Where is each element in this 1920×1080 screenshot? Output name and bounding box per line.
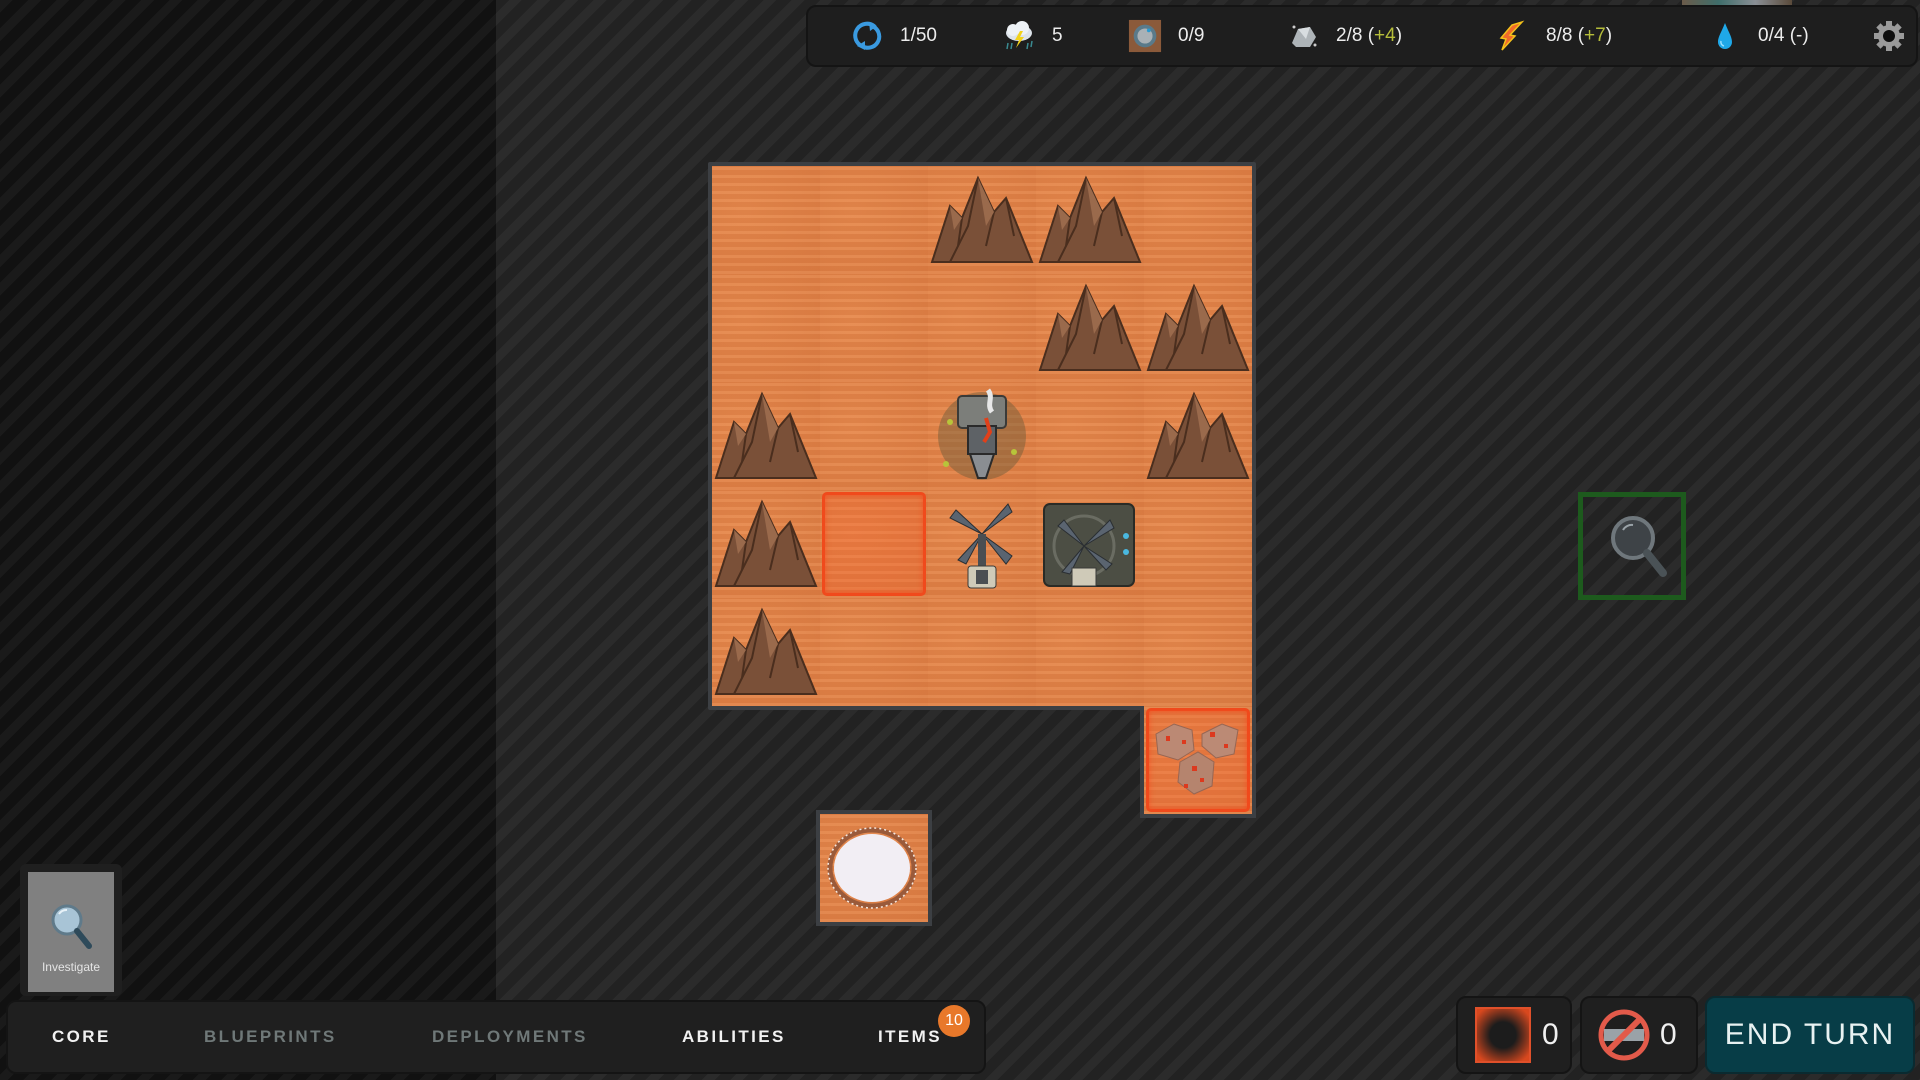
cores-value: 0/9 [1178, 25, 1205, 46]
board-tile-crashed-drill[interactable] [928, 382, 1036, 490]
board-tile-sand[interactable] [1144, 490, 1252, 598]
water-value: 0/4 (-) [1758, 25, 1809, 46]
blocked-counter[interactable]: 0 [1580, 996, 1698, 1074]
investigate-ability-button[interactable]: Investigate [28, 872, 114, 992]
metal-bonus: +4 [1374, 25, 1396, 46]
mountain-icon [714, 607, 818, 695]
investigate-label: Investigate [41, 960, 101, 974]
crystal-rock-tile[interactable] [1144, 706, 1252, 814]
board-tile-sand[interactable] [928, 598, 1036, 706]
energy-bonus: +7 [1584, 25, 1606, 46]
storm-cloud-icon [1002, 19, 1036, 53]
tab-blueprints[interactable]: BLUEPRINTS [204, 1002, 337, 1072]
board-tile-sand[interactable] [1144, 598, 1252, 706]
board-tile-sand[interactable] [928, 274, 1036, 382]
crashed-drill-icon [938, 388, 1026, 480]
gear-icon[interactable] [1872, 19, 1906, 53]
resource-cores: 0/9 [1128, 7, 1204, 65]
board-tile-turbine-building[interactable] [1036, 490, 1144, 598]
tab-abilities[interactable]: ABILITIES [682, 1002, 786, 1072]
resource-weather: 5 [1002, 7, 1063, 65]
salt-crater-tile-frame [816, 810, 932, 926]
prohibited-icon [1598, 1009, 1650, 1061]
turn-value: 1/50 [900, 25, 937, 46]
board-tile-highlight[interactable] [820, 490, 928, 598]
board-tile-sand[interactable] [1036, 382, 1144, 490]
board-tile-mountain[interactable] [712, 490, 820, 598]
resource-metal: 2/8 (+4) [1286, 7, 1402, 65]
tab-items[interactable]: ITEMS [878, 1002, 942, 1072]
resource-bar: 1/50 5 0/9 2/8 (+4) 8/8 (+7) 0/4 (-) [806, 5, 1918, 67]
water-drop-icon [1708, 19, 1742, 53]
ability-card: Investigate [20, 864, 122, 996]
red-square-icon [1475, 1007, 1531, 1063]
board-tile-wind-turbine[interactable] [928, 490, 1036, 598]
core-tile-icon [1128, 19, 1162, 53]
board-tile-sand[interactable] [712, 166, 820, 274]
blocked-counter-value: 0 [1660, 1018, 1677, 1051]
board-tile-mountain[interactable] [1144, 382, 1252, 490]
mountain-icon [930, 175, 1034, 263]
mountain-icon [1038, 283, 1142, 371]
cycle-arrows-icon [850, 19, 884, 53]
turbine-building-icon [1043, 503, 1135, 587]
magnifier-icon [51, 904, 92, 949]
items-count-badge: 10 [938, 1005, 970, 1037]
board-tile-sand[interactable] [820, 598, 928, 706]
tab-core[interactable]: CORE [52, 1002, 111, 1072]
board-tile-mountain[interactable] [712, 598, 820, 706]
resource-energy: 8/8 (+7) [1496, 7, 1612, 65]
weather-value: 5 [1052, 25, 1063, 46]
board-tile-mountain[interactable] [928, 166, 1036, 274]
salt-crater-icon [827, 827, 917, 909]
wind-turbine-icon [949, 503, 1013, 589]
board-tile-sand[interactable] [1144, 166, 1252, 274]
board-tile-sand[interactable] [820, 274, 928, 382]
board-tile-sand[interactable] [1036, 598, 1144, 706]
tile-counter-value: 0 [1542, 1018, 1559, 1051]
investigate-marker-tile[interactable] [1578, 492, 1686, 600]
game-board [708, 162, 1256, 710]
resource-water: 0/4 (-) [1708, 7, 1809, 65]
board-tile-mountain[interactable] [1036, 274, 1144, 382]
board-tile-mountain[interactable] [1036, 166, 1144, 274]
lightning-bolt-icon [1496, 19, 1530, 53]
metal-value: 2/8 (+4) [1336, 25, 1403, 46]
crystal-rocks-icon [1155, 723, 1239, 795]
board-tile-mountain[interactable] [712, 382, 820, 490]
tab-deployments[interactable]: DEPLOYMENTS [432, 1002, 588, 1072]
resource-turn: 1/50 [850, 7, 937, 65]
mountain-icon [714, 499, 818, 587]
mountain-icon [714, 391, 818, 479]
salt-crater-tile[interactable] [820, 814, 928, 922]
bottom-navigation: CORE BLUEPRINTS DEPLOYMENTS ABILITIES IT… [6, 1000, 986, 1074]
mountain-icon [1146, 283, 1250, 371]
crystal-rock-tile-frame [1140, 706, 1256, 818]
board-tile-sand[interactable] [820, 382, 928, 490]
board-tile-sand[interactable] [820, 166, 928, 274]
board-tile-mountain[interactable] [1144, 274, 1252, 382]
ore-rock-icon [1286, 19, 1320, 53]
mountain-icon [1146, 391, 1250, 479]
mountain-icon [1038, 175, 1142, 263]
magnifier-icon [1611, 516, 1667, 577]
board-tile-sand[interactable] [712, 274, 820, 382]
tile-counter[interactable]: 0 [1456, 996, 1572, 1074]
end-turn-button[interactable]: END TURN [1705, 996, 1915, 1074]
energy-value: 8/8 (+7) [1546, 25, 1613, 46]
